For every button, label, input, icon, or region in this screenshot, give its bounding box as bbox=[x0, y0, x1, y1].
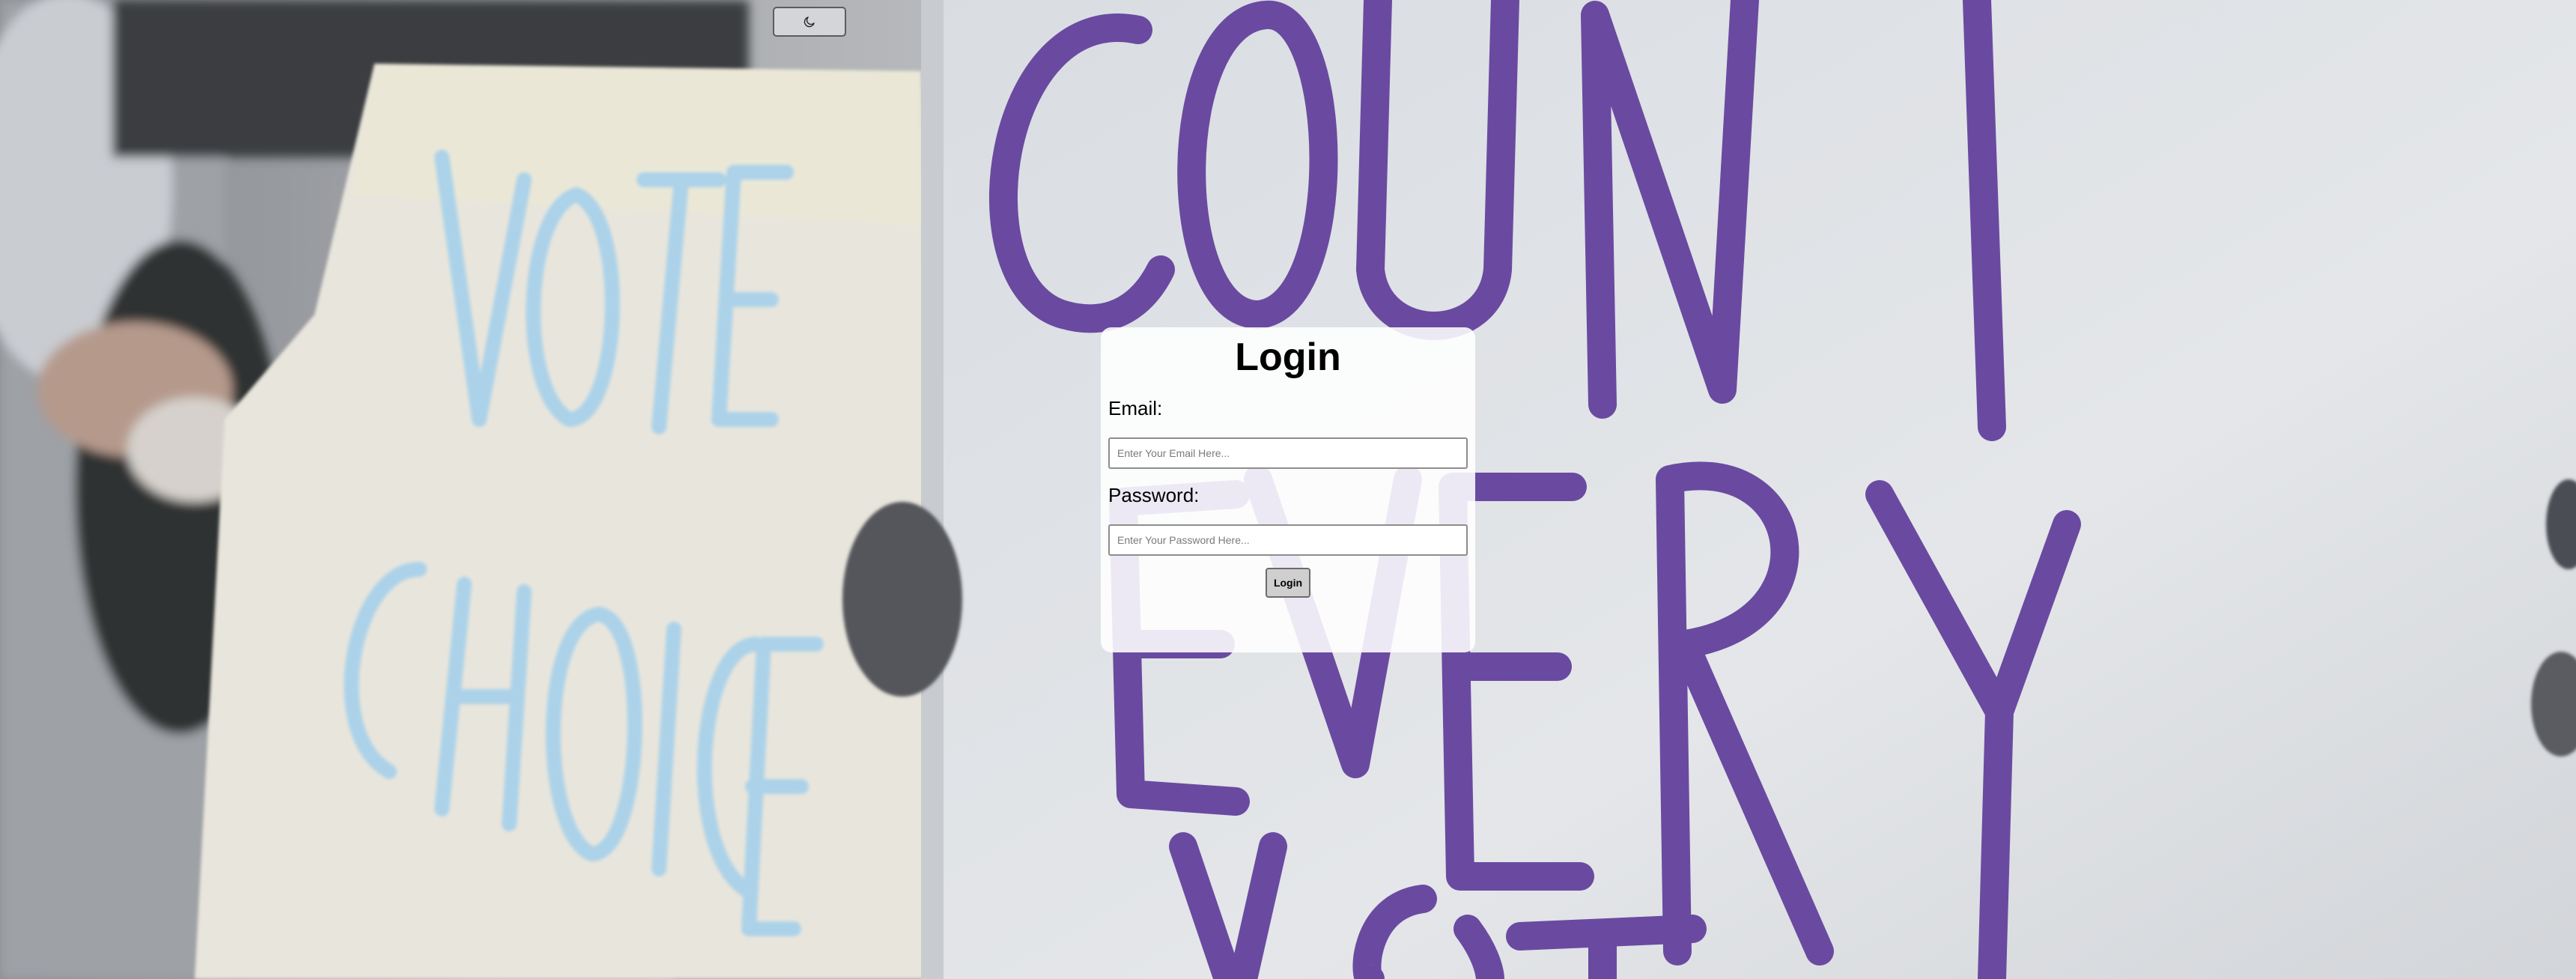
theme-toggle-button[interactable] bbox=[773, 7, 846, 37]
login-button[interactable]: Login bbox=[1266, 568, 1310, 598]
email-input[interactable] bbox=[1108, 437, 1468, 469]
password-label: Password: bbox=[1108, 484, 1200, 506]
submit-row: Login bbox=[1108, 568, 1468, 598]
email-label: Email: bbox=[1108, 397, 1163, 419]
login-title: Login bbox=[1235, 336, 1341, 379]
login-card: Login Email: Password: Login bbox=[1101, 327, 1475, 652]
password-input[interactable] bbox=[1108, 524, 1468, 556]
moon-icon bbox=[804, 16, 815, 28]
